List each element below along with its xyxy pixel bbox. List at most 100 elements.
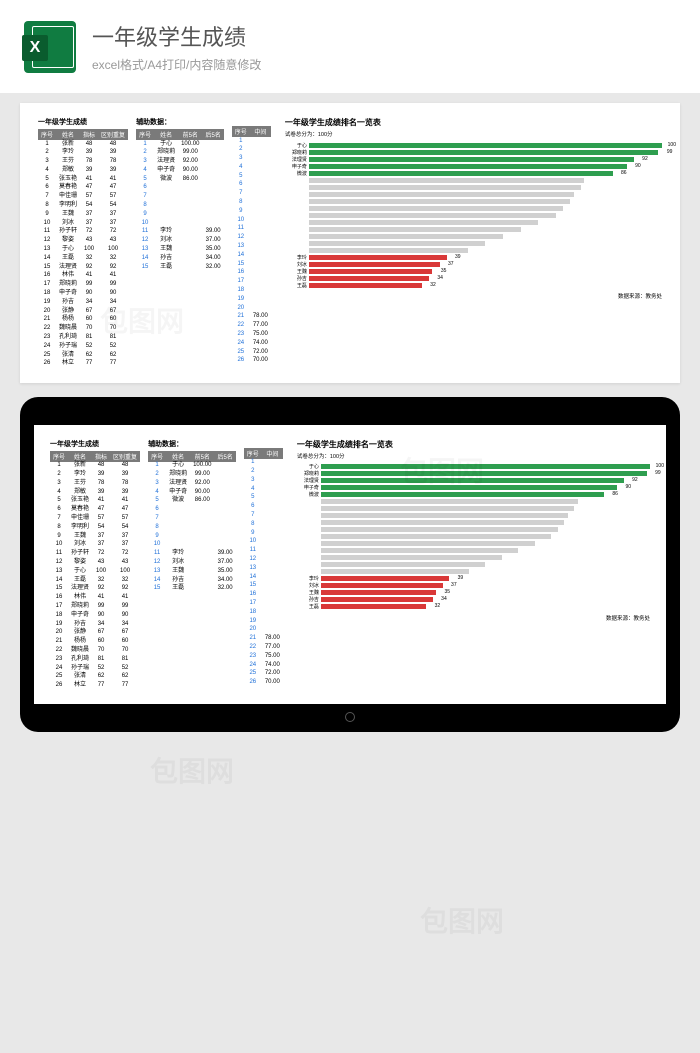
chart-bar-row: 王魏35 <box>285 268 662 274</box>
aux-middle-table: 序号中间12345678910111213141516171819202178.… <box>244 448 283 688</box>
table-row: 19 <box>232 295 271 304</box>
tablet-home-button <box>345 712 355 722</box>
table-row: 24孙子瑞5252 <box>50 664 140 673</box>
table-row: 13 <box>232 243 271 252</box>
table-row: 8李明利5454 <box>38 202 128 211</box>
table-row: 7申佳珊5757 <box>38 193 128 202</box>
bar-fill: 100 <box>321 464 650 469</box>
bar-fill: 39 <box>309 255 447 260</box>
bar-fill <box>309 185 581 190</box>
table-row: 2277.00 <box>244 643 283 652</box>
ranking-chart: 一年级学生成绩排名一览表试卷总分为：100分于心100郑晓莉99法理贤92申子奇… <box>291 439 650 691</box>
bar-fill <box>321 534 551 539</box>
table-row: 10 <box>232 216 271 225</box>
chart-bar-row <box>285 191 662 197</box>
table-row: 13于心100100 <box>50 567 140 576</box>
bar-label: 王魏 <box>285 268 309 275</box>
bar-label: 于心 <box>297 463 321 470</box>
bar-fill: 92 <box>321 478 624 483</box>
bar-value: 100 <box>656 463 664 469</box>
table-header: 序号 <box>38 129 56 140</box>
chart-bar-row: 孙吉34 <box>297 597 650 603</box>
table-header: 序号 <box>50 451 68 462</box>
table-row: 2郑晓莉99.00 <box>148 471 236 480</box>
bar-label: 孙吉 <box>297 596 321 603</box>
table-header: 指标 <box>80 129 98 140</box>
chart-bar-row: 申子奇90 <box>297 485 650 491</box>
table-header: 前5名 <box>190 451 214 462</box>
table-row: 2 <box>244 468 283 477</box>
table-row: 6 <box>232 181 271 190</box>
bar-fill: 35 <box>309 269 433 274</box>
bar-fill: 86 <box>309 171 613 176</box>
chart-bar-row: 王魏35 <box>297 590 650 596</box>
table-header: 序号 <box>136 129 154 140</box>
chart-bar-row: 孙吉34 <box>285 275 662 281</box>
table-row: 10刘冰3737 <box>50 541 140 550</box>
table-row: 14王磊3232 <box>38 254 128 263</box>
bar-fill: 92 <box>309 157 634 162</box>
bar-label: 微波 <box>285 170 309 177</box>
aux-top-bottom-table: 序号姓名前5名后5名1于心100.002郑晓莉99.003法理贤92.004申子… <box>136 129 224 272</box>
bar-label: 郑晓莉 <box>297 470 321 477</box>
table-row: 2375.00 <box>232 331 271 340</box>
table-row: 25张清6262 <box>38 351 128 360</box>
bar-label: 刘冰 <box>285 261 309 268</box>
bar-label: 李玲 <box>297 575 321 582</box>
bar-value: 39 <box>458 575 464 581</box>
table-header: 前5名 <box>178 129 202 140</box>
chart-title: 一年级学生成绩排名一览表 <box>297 439 650 450</box>
table-header: 序号 <box>232 126 250 137</box>
table-row: 4申子奇90.00 <box>136 166 224 175</box>
table-row: 20张静6767 <box>50 629 140 638</box>
table-row: 3 <box>232 155 271 164</box>
table-row: 12黎姿4343 <box>50 558 140 567</box>
table-row: 13王魏35.00 <box>148 567 236 576</box>
table-row: 20 <box>232 304 271 313</box>
bar-fill: 37 <box>321 583 443 588</box>
table-row: 11孙子轩7272 <box>38 228 128 237</box>
bar-label: 申子奇 <box>285 163 309 170</box>
main-scores-table: 序号姓名指标区别重复1张新48482李玲39393王芬78784郑敏39395张… <box>50 451 140 691</box>
table-header: 区别重复 <box>98 129 128 140</box>
table-row: 10刘冰3737 <box>38 219 128 228</box>
bar-fill: 90 <box>321 485 617 490</box>
bar-value: 86 <box>621 170 627 176</box>
bar-fill: 90 <box>309 164 627 169</box>
chart-bar-row: 李玲 39 <box>297 576 650 582</box>
table-row: 21杨杨6060 <box>50 638 140 647</box>
table-row: 17 <box>244 599 283 608</box>
chart-bar-row <box>297 555 650 561</box>
aux-table-title: 辅助数据： <box>148 439 236 449</box>
bar-fill <box>321 569 469 574</box>
table-row: 1于心100.00 <box>136 140 224 149</box>
chart-bar-row <box>297 534 650 540</box>
table-row: 10 <box>148 541 236 550</box>
table-row: 11孙子轩7272 <box>50 550 140 559</box>
table-row: 12 <box>244 555 283 564</box>
bar-fill <box>309 248 468 253</box>
table-row: 3法理贤92.00 <box>148 479 236 488</box>
table-row: 17郑晓莉9999 <box>50 602 140 611</box>
table-row: 15法理贤9292 <box>50 585 140 594</box>
main-table-title: 一年级学生成绩 <box>50 439 140 449</box>
table-row: 2李玲3939 <box>38 149 128 158</box>
table-row: 4 <box>244 485 283 494</box>
chart-bar-row <box>297 520 650 526</box>
table-row: 6 <box>136 184 224 193</box>
chart-bar-row <box>285 177 662 183</box>
chart-bar-row: 法理贤92 <box>285 156 662 162</box>
table-row: 5张玉艳4141 <box>50 497 140 506</box>
bar-fill: 34 <box>309 276 429 281</box>
chart-bar-row <box>297 548 650 554</box>
bar-fill <box>309 213 556 218</box>
chart-bar-row <box>285 247 662 253</box>
table-header: 姓名 <box>166 451 190 462</box>
main-table-title: 一年级学生成绩 <box>38 117 128 127</box>
bar-label: 法理贤 <box>285 156 309 163</box>
table-row: 14孙吉34.00 <box>136 254 224 263</box>
table-row: 14 <box>244 573 283 582</box>
table-row: 3王芬7878 <box>50 479 140 488</box>
table-row: 2670.00 <box>232 357 271 366</box>
table-row: 6莫春艳4747 <box>50 506 140 515</box>
